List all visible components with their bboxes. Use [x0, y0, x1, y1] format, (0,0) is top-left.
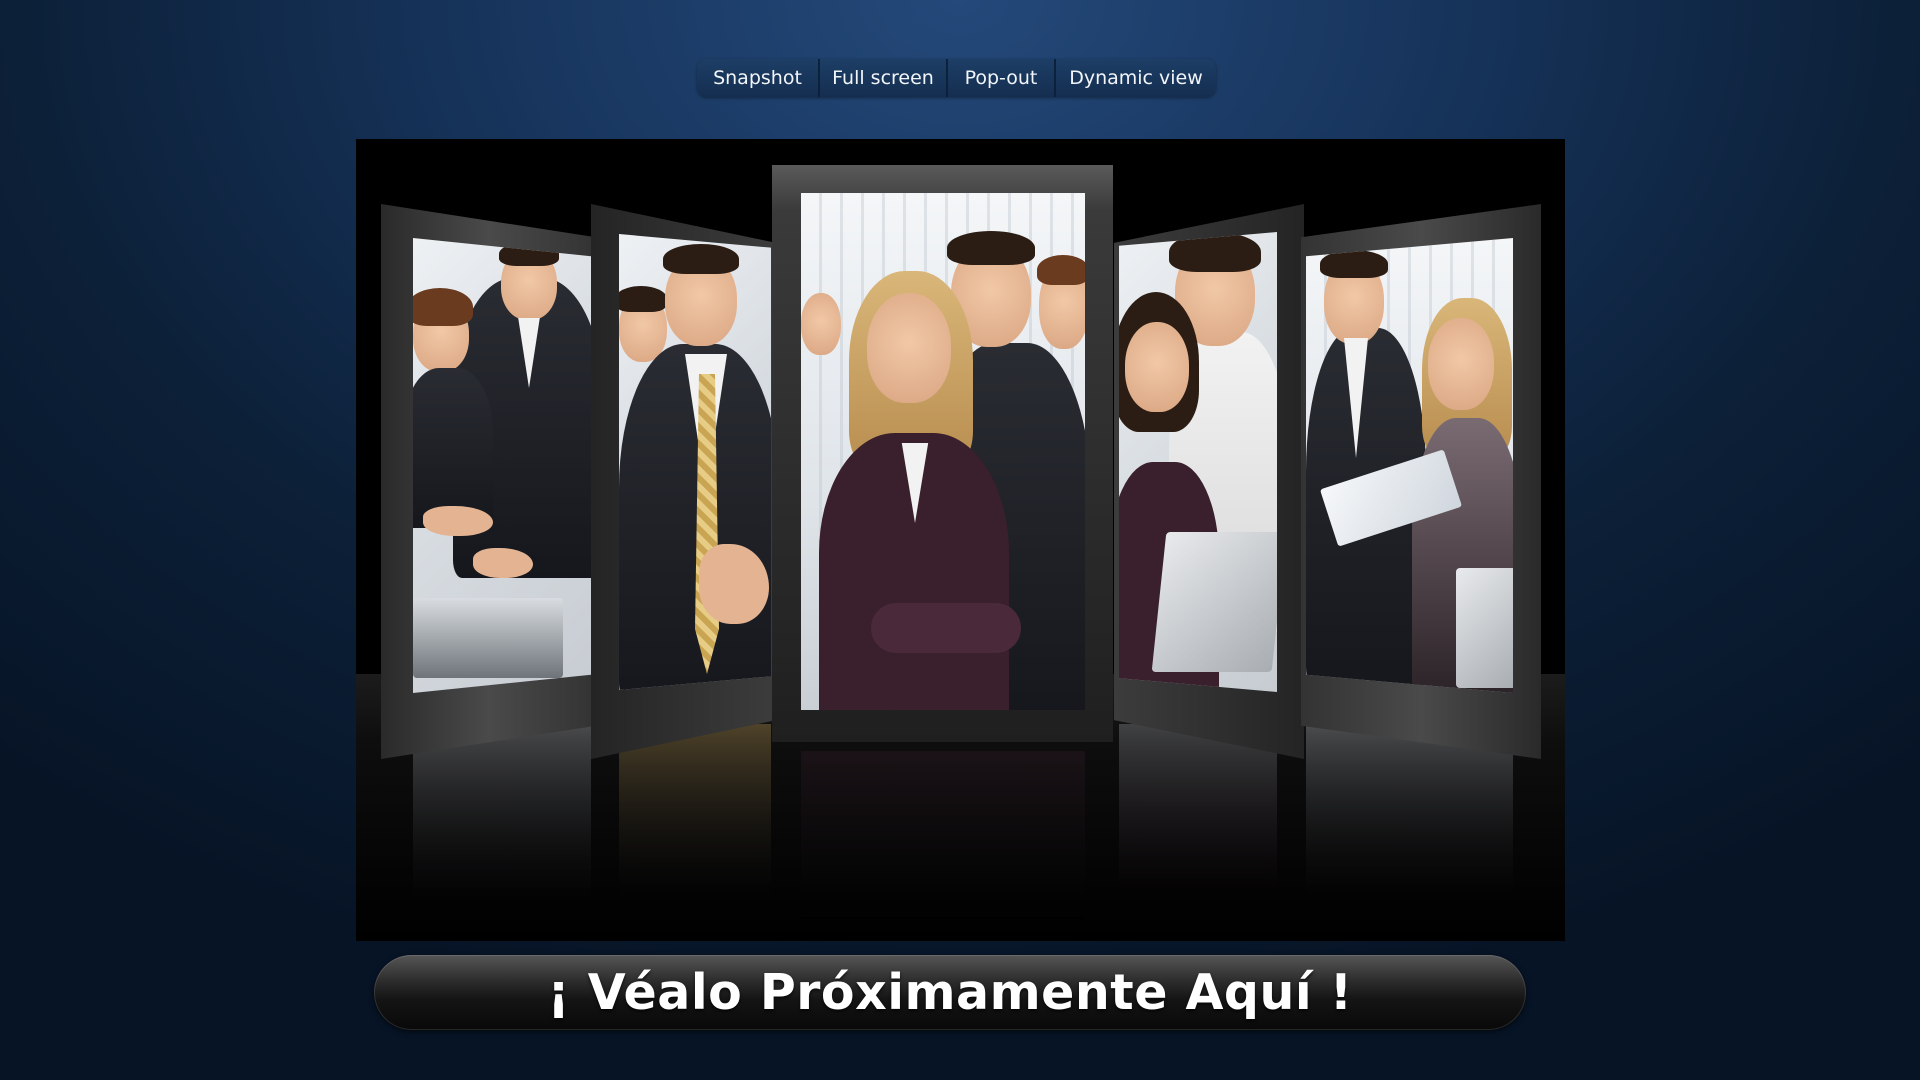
gallery-image-2	[619, 234, 771, 690]
pop-out-button[interactable]: Pop-out	[946, 59, 1054, 97]
gallery-image-5	[1306, 238, 1513, 693]
reflection-4	[1119, 724, 1277, 904]
reflection-5	[1306, 724, 1513, 904]
banner-text: ¡ Véalo Próximamente Aquí !	[547, 964, 1353, 1021]
dynamic-view-button[interactable]: Dynamic view	[1054, 59, 1216, 97]
snapshot-button[interactable]: Snapshot	[697, 59, 818, 97]
coming-soon-banner: ¡ Véalo Próximamente Aquí !	[374, 955, 1526, 1030]
gallery-image-1	[413, 238, 591, 693]
gallery-card-4[interactable]	[1114, 204, 1304, 759]
gallery-image-4	[1119, 232, 1277, 692]
gallery-image-3	[801, 193, 1085, 710]
reflection-3	[801, 751, 1085, 921]
view-mode-toolbar: Snapshot Full screen Pop-out Dynamic vie…	[697, 59, 1216, 97]
gallery-card-5[interactable]	[1301, 204, 1541, 759]
full-screen-button[interactable]: Full screen	[818, 59, 946, 97]
reflection-1	[413, 724, 591, 904]
gallery-card-2[interactable]	[591, 204, 776, 759]
gallery-card-3[interactable]	[772, 165, 1113, 742]
reflection-2	[619, 724, 771, 904]
image-gallery-stage	[356, 139, 1565, 941]
gallery-card-1[interactable]	[381, 204, 596, 759]
